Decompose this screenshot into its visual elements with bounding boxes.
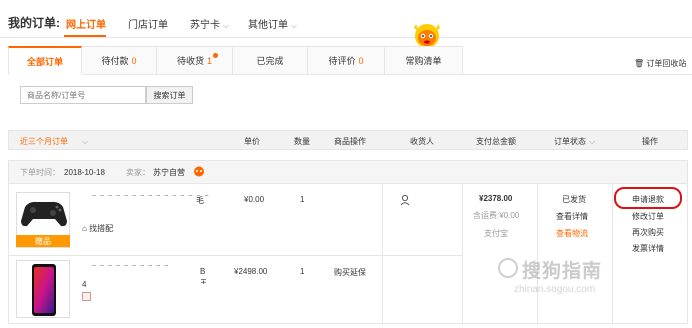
status-tab-pending-payment[interactable]: 待付款 0 [82,46,157,75]
seller: 卖家： 苏宁自营 [126,167,185,178]
status-tabs: 全部订单 待付款 0 待收货 1 已完成 待评价 0 常购清单 [8,46,463,75]
column-divider [382,184,383,324]
status-tab-label: 待收货 [176,56,204,66]
order-date: 下单时间： 2018-10-18 [20,167,105,178]
nav-divider [0,37,692,38]
buy-extended-warranty-link[interactable]: 购买延保 [334,267,366,278]
item-quantity: 1 [300,195,305,204]
order-total: ¥2378.00 [479,194,513,203]
modify-order-link[interactable]: 修改订单 [632,211,664,222]
trash-icon: 🗑 [634,59,645,68]
view-details-link[interactable]: 查看详情 [556,211,588,222]
header-ops: 操作 [642,137,658,146]
period-filter-label: 近三个月订单 [20,137,68,146]
notification-dot [213,53,218,58]
invoice-details-link[interactable]: 发票详情 [632,243,664,254]
find-match-link[interactable]: ⌂ 找搭配 [82,223,113,234]
page-title: 我的订单: [8,16,60,30]
watermark-logo-icon [498,258,518,278]
status-tab-frequent-list[interactable]: 常购清单 [385,46,463,75]
tab-other-orders[interactable]: 其他订单 ⌵ [248,16,297,31]
order-info-row [8,160,688,184]
status-tab-count: 0 [131,55,137,66]
tabs-baseline [463,74,692,75]
product-code: 4 [82,280,87,289]
order-date-label: 下单时间： [20,168,60,177]
product-spec: 毛 [196,196,204,205]
item-quantity: 1 [300,267,305,276]
chat-icon[interactable] [193,166,205,177]
status-tab-label: 常购清单 [405,56,442,66]
chevron-down-icon: ⌵ [589,137,596,146]
seller-value[interactable]: 苏宁自营 [153,168,185,177]
phone-icon [32,264,56,316]
person-icon[interactable] [400,194,410,206]
status-tab-all[interactable]: 全部订单 [8,46,82,75]
tab-suning-card-label: 苏宁卡 [190,20,220,31]
chevron-down-icon: ⌵ [223,21,230,30]
column-divider [462,184,463,324]
order-body [8,184,688,324]
order-status: 已发货 [562,195,586,204]
order-date-value: 2018-10-18 [64,168,105,177]
status-tab-completed[interactable]: 已完成 [233,46,308,75]
product-name[interactable]: ~ ~ ~ ~ ~ ~ ~ ~ ~ ~ [92,263,169,270]
recycle-bin-link[interactable]: 🗑 订单回收站 [634,58,686,69]
period-filter[interactable]: 近三个月订单 ⌵ [20,136,88,147]
header-unit-price: 单价 [244,137,260,146]
apply-refund-link[interactable]: 申请退款 [632,194,664,205]
payment-method: 支付宝 [484,229,508,238]
search-input[interactable] [20,86,146,104]
status-tab-pending-review[interactable]: 待评价 0 [308,46,385,75]
product-image-phone[interactable] [16,260,70,318]
status-tab-count: 0 [358,55,364,66]
status-tab-pending-receipt[interactable]: 待收货 1 [157,46,233,75]
shipping-fee: 含运费:¥0.00 [473,211,520,220]
item-price: ¥0.00 [244,195,265,204]
buy-again-link[interactable]: 再次购买 [632,227,664,238]
status-filter[interactable]: 订单状态 ⌵ [554,136,595,147]
watermark: 搜狗指南 [522,261,603,282]
status-tab-label: 待评价 [328,56,356,66]
chevron-down-icon: ⌵ [291,21,298,30]
chevron-down-icon: ⌵ [82,137,89,146]
status-tab-label: 待付款 [101,56,129,66]
gamepad-icon [21,201,67,227]
status-tab-label: 已完成 [256,56,284,66]
item-price: ¥2498.00 [234,267,268,276]
header-receiver: 收货人 [410,137,434,146]
header-total: 支付总金额 [476,137,516,146]
tab-store-orders[interactable]: 门店订单 [128,16,168,31]
seller-label: 卖家： [126,168,150,177]
tab-other-orders-label: 其他订单 [248,20,288,31]
search-orders-button[interactable]: 搜索订单 [146,86,193,104]
tab-suning-card[interactable]: 苏宁卡 ⌵ [190,16,229,31]
view-logistics-link[interactable]: 查看物流 [556,228,588,239]
status-tab-label: 全部订单 [26,56,63,67]
watermark-url: zhinan.sogou.com [514,284,596,295]
product-spec: B [200,267,206,276]
product-spec: ∓ [200,277,207,286]
find-match-label: 找搭配 [89,224,114,233]
column-divider [612,184,613,324]
recycle-bin-label: 订单回收站 [646,59,687,68]
tab-online-orders[interactable]: 网上订单 [66,16,106,31]
header-quantity: 数量 [294,137,310,146]
tag-icon [82,292,91,301]
product-name[interactable]: ~ ~ ~ ~ ~ ~ ~ ~ ~ ~ ~ ~ ~ ~ ~ [92,193,210,200]
gift-badge: 赠品 [16,235,70,247]
hanger-icon: ⌂ [82,224,87,233]
header-product-ops: 商品操作 [334,137,366,146]
item-divider [8,255,462,256]
column-divider [537,184,538,324]
status-tab-count: 1 [207,55,213,66]
status-filter-label: 订单状态 [554,137,586,146]
